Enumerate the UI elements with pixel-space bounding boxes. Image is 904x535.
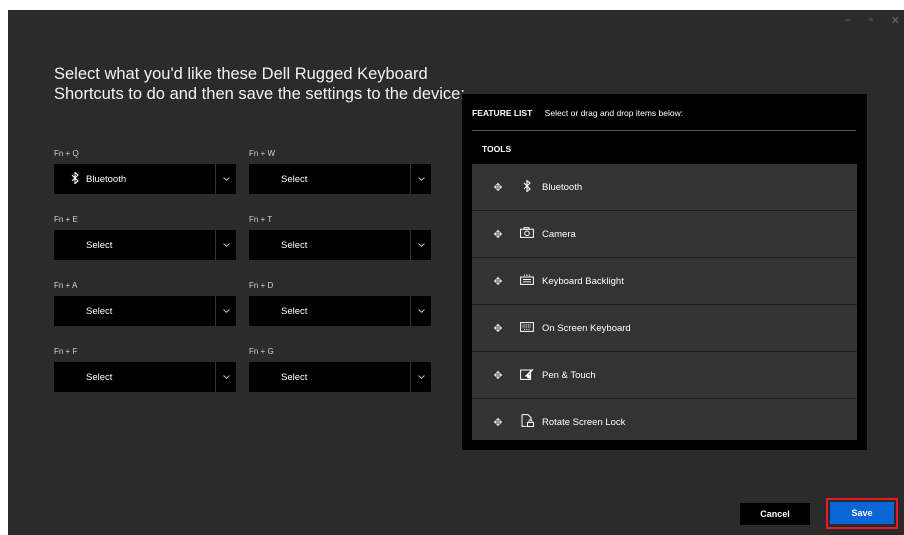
- slot-dropdown-fn-w[interactable]: Select: [249, 164, 431, 194]
- tools-list[interactable]: ✥ Bluetooth ✥ Camera ✥ Keyboard Backligh…: [472, 164, 857, 440]
- feature-list-header: FEATURE LIST Select or drag and drop ite…: [472, 108, 683, 118]
- chevron-down-icon: [215, 296, 236, 326]
- slot-dropdown-fn-d[interactable]: Select: [249, 296, 431, 326]
- chevron-down-icon: [215, 230, 236, 260]
- tool-item-label: On Screen Keyboard: [542, 322, 631, 334]
- page-title: Select what you'd like these Dell Rugged…: [54, 65, 465, 103]
- slot-value: Select: [281, 371, 308, 383]
- drag-handle-icon[interactable]: ✥: [492, 275, 504, 288]
- close-icon[interactable]: ✕: [891, 14, 900, 27]
- feature-list-panel: FEATURE LIST Select or drag and drop ite…: [462, 94, 867, 450]
- slot-label-fn-t: Fn + T: [249, 215, 273, 224]
- slot-label-fn-w: Fn + W: [249, 149, 276, 158]
- slot-label-fn-g: Fn + G: [249, 347, 274, 356]
- slot-label-fn-d: Fn + D: [249, 281, 274, 290]
- pen-touch-icon: [518, 368, 536, 383]
- tool-item-label: Camera: [542, 228, 576, 240]
- drag-handle-icon[interactable]: ✥: [492, 322, 504, 335]
- slot-dropdown-fn-g[interactable]: Select: [249, 362, 431, 392]
- tool-item-camera[interactable]: ✥ Camera: [472, 211, 857, 258]
- divider: [472, 130, 856, 131]
- tool-item-on-screen-keyboard[interactable]: ✥ On Screen Keyboard: [472, 305, 857, 352]
- chevron-down-icon: [410, 230, 431, 260]
- drag-handle-icon[interactable]: ✥: [492, 181, 504, 194]
- feature-list-title: FEATURE LIST: [472, 108, 533, 118]
- slot-dropdown-fn-q[interactable]: Bluetooth: [54, 164, 236, 194]
- slot-value: Select: [281, 305, 308, 317]
- slot-value: Select: [281, 173, 308, 185]
- slot-value: Select: [86, 239, 113, 251]
- chevron-down-icon: [410, 164, 431, 194]
- drag-handle-icon[interactable]: ✥: [492, 369, 504, 382]
- window-controls: – ▫ ✕: [845, 14, 900, 27]
- tool-item-rotate-screen-lock[interactable]: ✥ Rotate Screen Lock: [472, 399, 857, 440]
- rotate-lock-icon: [518, 414, 536, 430]
- tool-item-keyboard-backlight[interactable]: ✥ Keyboard Backlight: [472, 258, 857, 305]
- chevron-down-icon: [215, 362, 236, 392]
- maximize-icon[interactable]: ▫: [869, 14, 873, 27]
- chevron-down-icon: [410, 362, 431, 392]
- tool-item-label: Keyboard Backlight: [542, 275, 624, 287]
- drag-handle-icon[interactable]: ✥: [492, 416, 504, 429]
- feature-list-instructions: Select or drag and drop items below:: [544, 108, 684, 118]
- slot-label-fn-q: Fn + Q: [54, 149, 79, 158]
- slot-label-fn-e: Fn + E: [54, 215, 78, 224]
- tool-item-pen-touch[interactable]: ✥ Pen & Touch: [472, 352, 857, 399]
- slot-value: Select: [86, 371, 113, 383]
- tool-item-label: Bluetooth: [542, 181, 583, 193]
- slot-value: Select: [86, 305, 113, 317]
- keyboard-backlight-icon: [518, 274, 536, 288]
- slot-value: Bluetooth: [86, 173, 127, 185]
- camera-icon: [518, 227, 536, 241]
- save-button[interactable]: Save: [830, 502, 894, 524]
- cancel-button[interactable]: Cancel: [740, 503, 810, 525]
- slot-label-fn-a: Fn + A: [54, 281, 78, 290]
- tool-item-bluetooth[interactable]: ✥ Bluetooth: [472, 164, 857, 211]
- slot-dropdown-fn-a[interactable]: Select: [54, 296, 236, 326]
- tool-item-label: Rotate Screen Lock: [542, 416, 626, 428]
- bluetooth-icon: [68, 170, 82, 187]
- slot-dropdown-fn-f[interactable]: Select: [54, 362, 236, 392]
- drag-handle-icon[interactable]: ✥: [492, 228, 504, 241]
- slot-dropdown-fn-e[interactable]: Select: [54, 230, 236, 260]
- slot-dropdown-fn-t[interactable]: Select: [249, 230, 431, 260]
- slot-value: Select: [281, 239, 308, 251]
- tools-section-label: TOOLS: [482, 144, 512, 154]
- minimize-icon[interactable]: –: [845, 14, 851, 27]
- bluetooth-icon: [518, 178, 536, 195]
- slot-label-fn-f: Fn + F: [54, 347, 78, 356]
- tool-item-label: Pen & Touch: [542, 369, 596, 381]
- app-window: – ▫ ✕ Select what you'd like these Dell …: [8, 10, 904, 535]
- chevron-down-icon: [410, 296, 431, 326]
- chevron-down-icon: [215, 164, 236, 194]
- keyboard-icon: [518, 321, 536, 335]
